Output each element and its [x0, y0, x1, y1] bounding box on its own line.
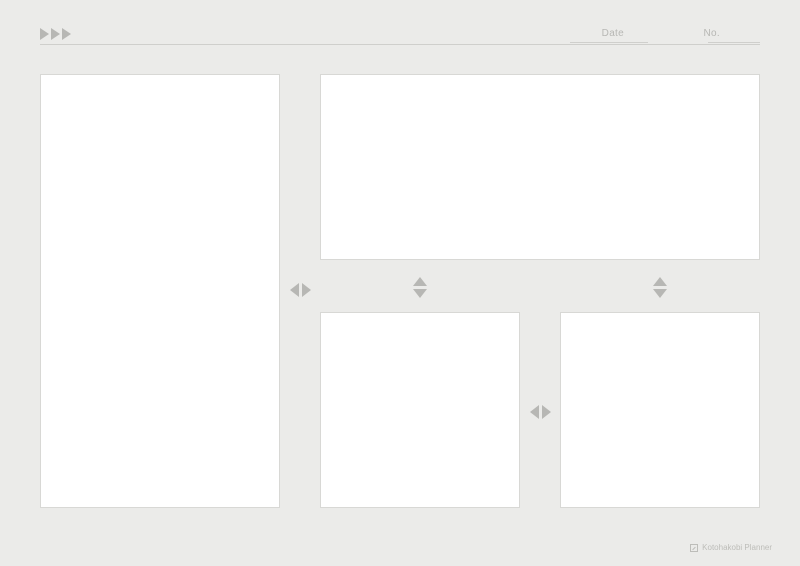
date-field[interactable]: [570, 42, 648, 43]
number-label: No.: [704, 28, 720, 39]
panel-bottom-left[interactable]: [320, 312, 520, 508]
date-label: Date: [602, 28, 624, 39]
connector-up-down-icon: [412, 272, 428, 302]
connector-left-right-icon: [529, 402, 551, 422]
panel-top-wide[interactable]: [320, 74, 760, 260]
brand-text: Kotohakobi Planner: [702, 543, 772, 552]
page-header: Date No.: [40, 28, 760, 52]
footer-brand: Kotohakobi Planner: [690, 543, 772, 552]
number-field[interactable]: [708, 42, 760, 43]
connector-left-right-icon: [289, 280, 311, 300]
header-rule: [40, 44, 760, 45]
panel-bottom-right[interactable]: [560, 312, 760, 508]
triple-arrow-icon: [40, 28, 71, 40]
brand-mark-icon: [690, 544, 698, 552]
panel-left[interactable]: [40, 74, 280, 508]
connector-up-down-icon: [652, 272, 668, 302]
